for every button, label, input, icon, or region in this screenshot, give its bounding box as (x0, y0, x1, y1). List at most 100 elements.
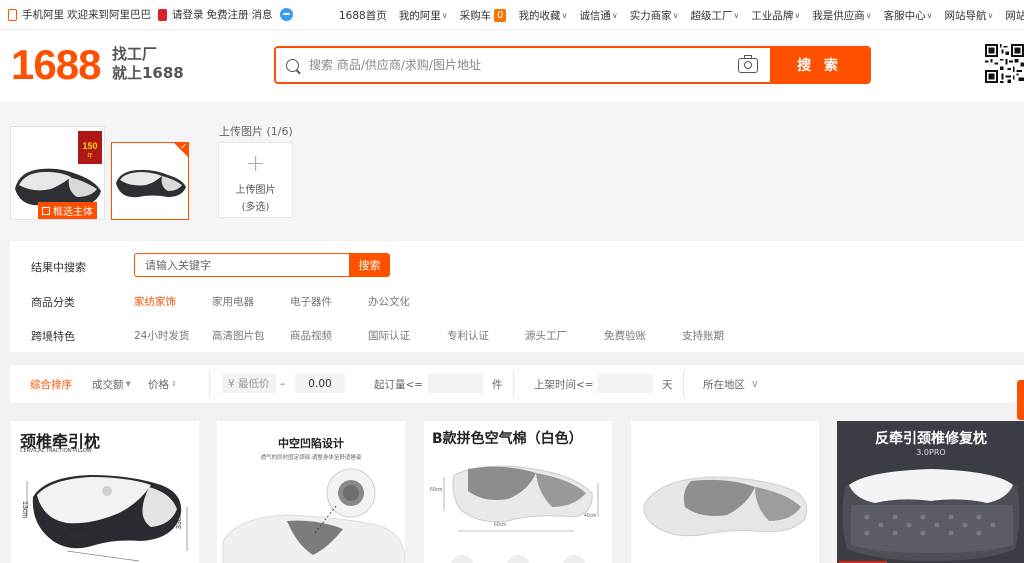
nav-supplier[interactable]: 我是供应商 ∨ (806, 8, 877, 23)
mobile-ali-link[interactable]: 手机阿里 (22, 7, 64, 22)
feature-option[interactable]: 支持账期 (682, 328, 724, 343)
dimension-label: 13cm (21, 501, 28, 518)
product-subtitle: 透气的同时固定颈部,调整身体至舒适睡姿 (260, 455, 362, 461)
filter-row-category: 商品分类 家纺家饰 家用电器 电子器件 办公文化 (10, 289, 1024, 313)
search-input[interactable] (309, 48, 738, 82)
header: 1688 找工厂 就上1688 搜 索 (0, 30, 1024, 102)
uploaded-image-thumb-1[interactable]: 150 年 框选主体 (10, 126, 105, 220)
price-max-input[interactable]: 0.00 (295, 374, 345, 393)
category-label: 商品分类 (31, 296, 75, 309)
chevron-down-icon: ∨ (865, 10, 872, 20)
cart-count-badge: 0 (494, 8, 507, 22)
product-card[interactable]: 中空凹陷设计 透气的同时固定颈部,调整身体至舒适睡姿 (217, 421, 405, 563)
selected-image-thumb[interactable]: ✓ (111, 142, 189, 220)
feature-option[interactable]: 商品视频 (290, 328, 332, 343)
register-link[interactable]: 免费注册 (207, 7, 249, 22)
image-search-area: 150 年 框选主体 ✓ 上传图片 (1/6) + 上传图片 (多选) (0, 102, 1024, 240)
category-option[interactable]: 办公文化 (368, 294, 410, 309)
plus-icon: + (245, 149, 266, 177)
slogan-line-1: 找工厂 (112, 45, 158, 63)
feature-option[interactable]: 免费验账 (604, 328, 646, 343)
feature-option[interactable]: 专利认证 (447, 328, 489, 343)
feature-option[interactable]: 高清图片包 (212, 328, 265, 343)
crop-icon (42, 206, 50, 215)
camera-icon[interactable] (738, 54, 758, 73)
nav-my-ali[interactable]: 我的阿里 ∨ (393, 8, 454, 23)
product-subtitle: 3.0PRO (916, 448, 946, 457)
messages-link[interactable]: 消息 (252, 7, 273, 22)
dimension-label: 33cm (176, 512, 183, 529)
filter-row-keyword: 结果中搜索 搜索 (10, 241, 1024, 289)
product-title: 反牵引颈椎修复枕 (875, 431, 987, 447)
sort-arrow-icon: ▼ (125, 380, 131, 388)
badge-number: 150 (82, 141, 97, 151)
feature-option[interactable]: 源头工厂 (525, 328, 567, 343)
feature-option[interactable]: 24小时发货 (134, 328, 189, 343)
slogan-line-2: 就上1688 (112, 64, 184, 82)
product-card[interactable]: 60cm 40cm 60cm B款拼色空气棉（白色） (424, 421, 612, 563)
check-icon: ✓ (180, 142, 187, 151)
chevron-down-icon: ∨ (672, 10, 679, 20)
dimension-label: 40cm (584, 513, 596, 519)
search-box: 搜 索 (274, 46, 871, 84)
select-subject-button[interactable]: 框选主体 (38, 202, 97, 219)
nav-site-navigation[interactable]: 网站导航 ∨ (938, 8, 999, 23)
sort-bar: 综合排序 成交额 ▼ 价格 ⇕ ¥ 最低价 – 0.00 起订量<= 件 上架时间<… (10, 365, 1024, 403)
nav-accessibility[interactable]: 网站无障碍 (999, 8, 1024, 23)
nav-service-center[interactable]: 客服中心 ∨ (878, 8, 939, 23)
slogan: 找工厂 就上1688 (112, 45, 184, 83)
moq-input[interactable] (428, 374, 483, 393)
nav-home[interactable]: 1688首页 (333, 8, 393, 23)
logo[interactable]: 1688 (11, 44, 101, 86)
product-card[interactable]: 67cm 33cm 13cm 颈椎牵引枕 CERVICAL TRACTION P… (11, 421, 199, 563)
dimension-label: 67cm (69, 533, 86, 540)
phone-icon (8, 8, 17, 21)
moq-label: 起订量<= (374, 378, 424, 391)
dimension-label: 60cm (430, 487, 442, 493)
keyword-search-button[interactable]: 搜索 (349, 253, 390, 277)
nav-favorites[interactable]: 我的收藏 ∨ (512, 8, 573, 23)
chevron-down-icon: ∨ (751, 378, 759, 390)
sort-arrows-icon: ⇕ (171, 380, 177, 388)
listing-time-unit: 天 (662, 378, 673, 391)
category-option[interactable]: 家用电器 (212, 294, 254, 309)
top-nav: 1688首页 我的阿里 ∨ 采购车 0 我的收藏 ∨ 诚信通 ∨ 实力商家 ∨ 超级工厂 ∨… (333, 0, 1024, 29)
feature-option[interactable]: 国际认证 (368, 328, 410, 343)
nav-industrial-brands[interactable]: 工业品牌 ∨ (745, 8, 806, 23)
chevron-down-icon: ∨ (733, 10, 740, 20)
product-card[interactable] (631, 421, 819, 563)
divider (683, 371, 684, 397)
divider (513, 371, 514, 397)
side-float-tab[interactable] (1017, 380, 1024, 420)
search-button[interactable]: 搜 索 (770, 48, 869, 82)
product-title: 中空凹陷设计 (278, 437, 344, 450)
nav-cart[interactable]: 采购车 0 (454, 8, 513, 23)
sort-volume[interactable]: 成交额 ▼ (92, 365, 131, 403)
product-card[interactable]: 反牵引颈椎修复枕 3.0PRO (837, 421, 1024, 563)
sort-price[interactable]: 价格 ⇕ (148, 365, 177, 403)
upload-image-button[interactable]: + 上传图片 (多选) (218, 142, 293, 218)
message-icon[interactable] (279, 8, 293, 21)
location-filter[interactable]: 所在地区 ∨ (703, 365, 759, 403)
nav-chengxintong[interactable]: 诚信通 ∨ (573, 8, 623, 23)
price-dash: – (280, 378, 286, 390)
login-link[interactable]: 请登录 (172, 7, 204, 22)
search-in-results-label: 结果中搜索 (31, 261, 86, 274)
price-min-input[interactable]: ¥ 最低价 (222, 374, 276, 393)
chevron-down-icon: ∨ (441, 10, 448, 20)
nav-super-factory[interactable]: 超级工厂 ∨ (685, 8, 746, 23)
top-bar: 手机阿里 欢迎来到阿里巴巴 请登录 免费注册 消息 1688首页 我的阿里 ∨ 采… (0, 0, 1024, 30)
upload-count-label: 上传图片 (1/6) (219, 125, 293, 138)
sort-comprehensive[interactable]: 综合排序 (30, 365, 72, 403)
listing-time-input[interactable] (598, 374, 653, 393)
listing-time-label: 上架时间<= (534, 378, 594, 391)
nav-strong-merchants[interactable]: 实力商家 ∨ (624, 8, 685, 23)
category-option[interactable]: 电子器件 (290, 294, 332, 309)
keyword-input[interactable] (134, 253, 350, 277)
feature-label: 跨境特色 (31, 330, 75, 343)
chevron-down-icon: ∨ (987, 10, 994, 20)
filter-panel: 结果中搜索 搜索 商品分类 家纺家饰 家用电器 电子器件 办公文化 跨境特色 2… (10, 241, 1024, 352)
chevron-down-icon: ∨ (794, 10, 801, 20)
category-option[interactable]: 家纺家饰 (134, 294, 176, 309)
product-image (631, 421, 819, 563)
